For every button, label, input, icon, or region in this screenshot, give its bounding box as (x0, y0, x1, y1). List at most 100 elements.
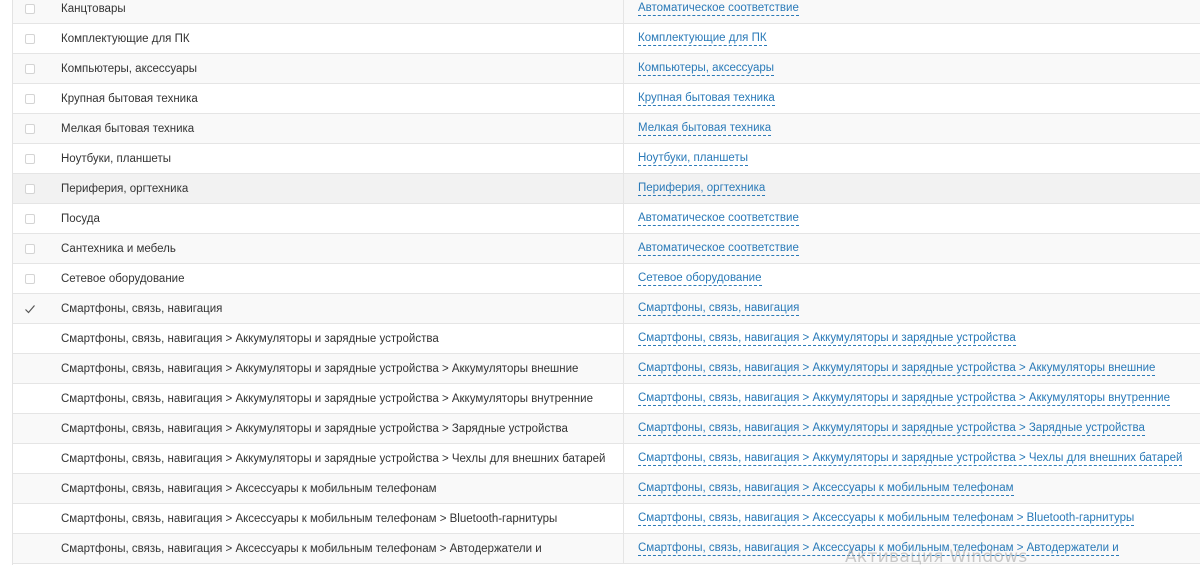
mapping-cell: Смартфоны, связь, навигация > Аксессуары… (624, 474, 1200, 503)
mapping-cell: Смартфоны, связь, навигация > Аккумулято… (624, 354, 1200, 383)
category-name: Компьютеры, аксессуары (47, 54, 624, 83)
mapping-link[interactable]: Компьютеры, аксессуары (638, 62, 775, 76)
mapping-link[interactable]: Смартфоны, связь, навигация > Аккумулято… (638, 392, 1170, 406)
checkbox-icon[interactable] (25, 63, 35, 74)
row-checkbox-cell (13, 24, 47, 53)
category-name: Сетевое оборудование (47, 264, 624, 293)
checkbox-icon[interactable] (25, 33, 35, 44)
row-checkbox-cell (13, 444, 47, 473)
table-row: Смартфоны, связь, навигация > Аккумулято… (13, 444, 1200, 474)
mapping-cell: Ноутбуки, планшеты (624, 144, 1200, 173)
mapping-link[interactable]: Смартфоны, связь, навигация > Аккумулято… (638, 362, 1156, 376)
category-name: Посуда (47, 204, 624, 233)
row-checkbox-cell (13, 0, 47, 23)
category-name: Ноутбуки, планшеты (47, 144, 624, 173)
row-checkbox-cell (13, 114, 47, 143)
mapping-cell: Смартфоны, связь, навигация > Аккумулято… (624, 384, 1200, 413)
category-name: Смартфоны, связь, навигация > Аксессуары… (47, 534, 624, 563)
category-name: Смартфоны, связь, навигация > Аккумулято… (47, 354, 624, 383)
row-checkbox-cell (13, 354, 47, 383)
mapping-cell: Компьютеры, аксессуары (624, 54, 1200, 83)
category-name: Канцтовары (47, 0, 624, 23)
mapping-cell: Автоматическое соответствие (624, 204, 1200, 233)
mapping-link[interactable]: Смартфоны, связь, навигация > Аккумулято… (638, 452, 1183, 466)
mapping-cell: Смартфоны, связь, навигация (624, 294, 1200, 323)
row-checkbox-cell (13, 414, 47, 443)
category-name: Смартфоны, связь, навигация > Аккумулято… (47, 444, 624, 473)
table-row: Комплектующие для ПК Комплектующие для П… (13, 24, 1200, 54)
row-checkbox-cell (13, 204, 47, 233)
row-checkbox-cell (13, 174, 47, 203)
table-row: Смартфоны, связь, навигация > Аксессуары… (13, 474, 1200, 504)
table-row: Компьютеры, аксессуары Компьютеры, аксес… (13, 54, 1200, 84)
table-row: Смартфоны, связь, навигация > Аккумулято… (13, 354, 1200, 384)
category-name: Сантехника и мебель (47, 234, 624, 263)
category-name: Комплектующие для ПК (47, 24, 624, 53)
checkbox-icon[interactable] (25, 273, 35, 284)
checkmark-icon[interactable] (24, 303, 36, 315)
category-name: Смартфоны, связь, навигация > Аккумулято… (47, 414, 624, 443)
mapping-link[interactable]: Сетевое оборудование (638, 272, 762, 286)
mapping-link[interactable]: Смартфоны, связь, навигация > Аккумулято… (638, 332, 1016, 346)
table-row: Смартфоны, связь, навигация > Аккумулято… (13, 384, 1200, 414)
category-name: Смартфоны, связь, навигация > Аккумулято… (47, 384, 624, 413)
category-name: Мелкая бытовая техника (47, 114, 624, 143)
checkbox-icon[interactable] (25, 93, 35, 104)
mapping-link[interactable]: Смартфоны, связь, навигация > Аксессуары… (638, 542, 1119, 556)
category-name: Смартфоны, связь, навигация > Аккумулято… (47, 324, 624, 353)
mapping-cell: Мелкая бытовая техника (624, 114, 1200, 143)
category-name: Крупная бытовая техника (47, 84, 624, 113)
row-checkbox-cell (13, 324, 47, 353)
mapping-link[interactable]: Смартфоны, связь, навигация > Аксессуары… (638, 512, 1135, 526)
mapping-cell: Автоматическое соответствие (624, 0, 1200, 23)
table-row: Смартфоны, связь, навигация > Аккумулято… (13, 414, 1200, 444)
mapping-cell: Смартфоны, связь, навигация > Аксессуары… (624, 534, 1200, 563)
checkbox-icon[interactable] (25, 3, 35, 14)
mapping-cell: Смартфоны, связь, навигация > Аккумулято… (624, 444, 1200, 473)
mapping-cell: Крупная бытовая техника (624, 84, 1200, 113)
category-name: Смартфоны, связь, навигация (47, 294, 624, 323)
checkbox-icon[interactable] (25, 153, 35, 164)
row-checkbox-cell (13, 264, 47, 293)
checkbox-icon[interactable] (25, 183, 35, 194)
table-row: Посуда Автоматическое соответствие (13, 204, 1200, 234)
mapping-link[interactable]: Смартфоны, связь, навигация > Аксессуары… (638, 482, 1014, 496)
row-checkbox-cell (13, 534, 47, 563)
mapping-cell: Комплектующие для ПК (624, 24, 1200, 53)
mapping-cell: Смартфоны, связь, навигация > Аксессуары… (624, 504, 1200, 533)
row-checkbox-cell (13, 144, 47, 173)
table-row: Ноутбуки, планшеты Ноутбуки, планшеты (13, 144, 1200, 174)
mapping-link[interactable]: Комплектующие для ПК (638, 32, 767, 46)
row-checkbox-cell (13, 474, 47, 503)
table-row: Смартфоны, связь, навигация > Аксессуары… (13, 504, 1200, 534)
mapping-link[interactable]: Автоматическое соответствие (638, 2, 799, 16)
checkbox-icon[interactable] (25, 243, 35, 254)
row-checkbox-cell (13, 84, 47, 113)
mapping-cell: Периферия, оргтехника (624, 174, 1200, 203)
mapping-link[interactable]: Автоматическое соответствие (638, 212, 799, 226)
mapping-link[interactable]: Крупная бытовая техника (638, 92, 775, 106)
left-gutter (0, 0, 13, 565)
row-checkbox-cell (13, 54, 47, 83)
table-row: Сантехника и мебель Автоматическое соотв… (13, 234, 1200, 264)
table-row: Смартфоны, связь, навигация Смартфоны, с… (13, 294, 1200, 324)
row-checkbox-cell (13, 504, 47, 533)
mapping-cell: Смартфоны, связь, навигация > Аккумулято… (624, 414, 1200, 443)
checkbox-icon[interactable] (25, 213, 35, 224)
table-row: Крупная бытовая техника Крупная бытовая … (13, 84, 1200, 114)
mapping-link[interactable]: Смартфоны, связь, навигация > Аккумулято… (638, 422, 1145, 436)
mapping-link[interactable]: Автоматическое соответствие (638, 242, 799, 256)
mapping-link[interactable]: Периферия, оргтехника (638, 182, 766, 196)
category-name: Смартфоны, связь, навигация > Аксессуары… (47, 474, 624, 503)
mapping-cell: Сетевое оборудование (624, 264, 1200, 293)
table-row: Смартфоны, связь, навигация > Аккумулято… (13, 324, 1200, 354)
row-checkbox-cell (13, 234, 47, 263)
mapping-cell: Автоматическое соответствие (624, 234, 1200, 263)
mapping-link[interactable]: Мелкая бытовая техника (638, 122, 772, 136)
category-mapping-table: Канцтовары Автоматическое соответствие К… (13, 0, 1200, 564)
mapping-link[interactable]: Смартфоны, связь, навигация (638, 302, 800, 316)
checkbox-icon[interactable] (25, 123, 35, 134)
table-row: Мелкая бытовая техника Мелкая бытовая те… (13, 114, 1200, 144)
category-name: Периферия, оргтехника (47, 174, 624, 203)
mapping-link[interactable]: Ноутбуки, планшеты (638, 152, 748, 166)
